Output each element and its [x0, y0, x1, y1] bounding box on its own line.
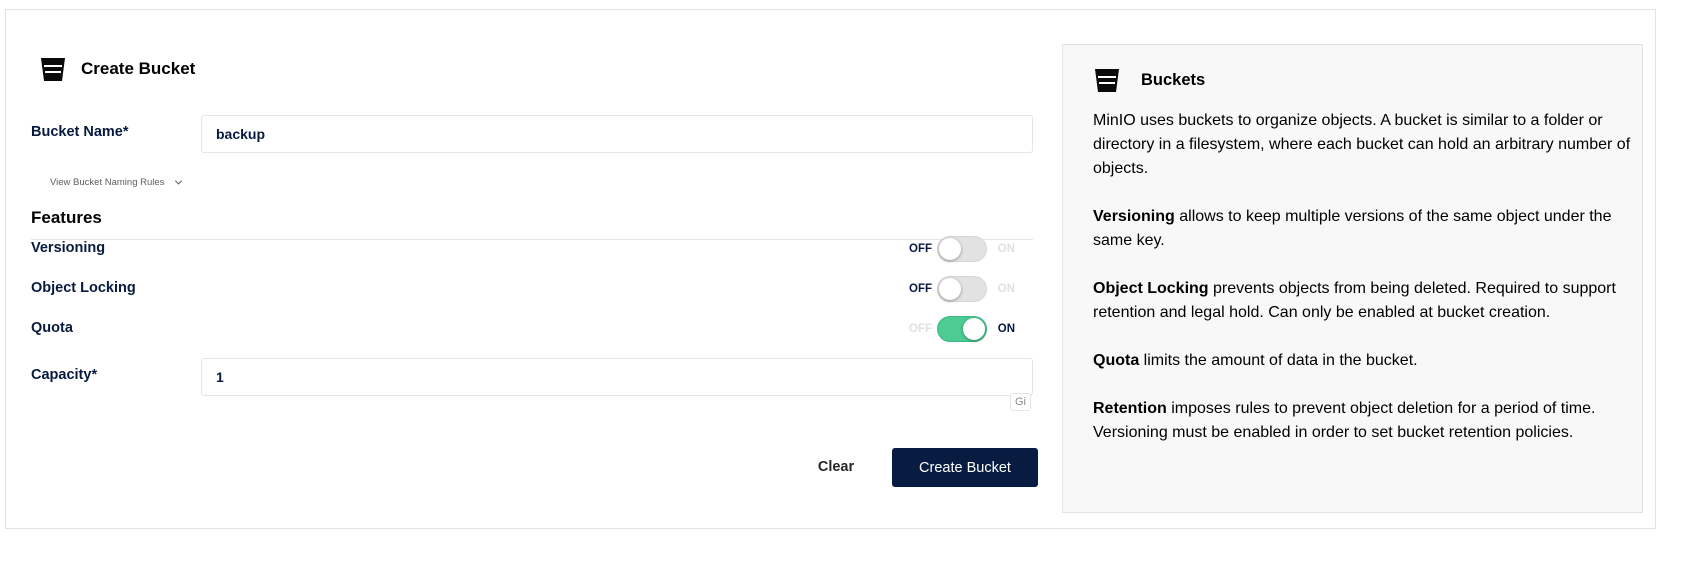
capacity-input[interactable]: [201, 358, 1033, 396]
clear-button[interactable]: Clear: [799, 448, 873, 486]
help-body: MinIO uses buckets to organize objects. …: [1093, 109, 1633, 469]
help-text: imposes rules to prevent object deletion…: [1093, 400, 1596, 441]
help-item-retention: Retention imposes rules to prevent objec…: [1093, 397, 1633, 445]
capacity-label: Capacity*: [31, 367, 98, 383]
help-term: Quota: [1093, 352, 1140, 369]
bucket-icon: [1095, 69, 1119, 92]
help-term: Versioning: [1093, 208, 1175, 225]
object-locking-on-text: ON: [997, 283, 1015, 295]
quota-toggle[interactable]: [937, 316, 987, 342]
features-divider: [31, 239, 1033, 240]
bucket-icon: [41, 58, 65, 81]
capacity-unit-selector[interactable]: Gi: [1010, 393, 1031, 411]
quota-label: Quota: [31, 320, 73, 336]
versioning-on-text: ON: [997, 243, 1015, 255]
versioning-toggle[interactable]: [937, 236, 987, 262]
help-term: Object Locking: [1093, 280, 1209, 297]
object-locking-label: Object Locking: [31, 280, 136, 296]
create-bucket-button[interactable]: Create Bucket: [892, 448, 1038, 487]
bucket-name-input[interactable]: [201, 115, 1033, 153]
help-header: Buckets: [1093, 65, 1205, 95]
help-item-object-locking: Object Locking prevents objects from bei…: [1093, 277, 1633, 325]
toggle-knob: [939, 238, 961, 260]
quota-on-text: ON: [997, 323, 1015, 335]
chevron-down-icon: [175, 180, 183, 185]
help-text: limits the amount of data in the bucket.: [1139, 352, 1418, 369]
page-title: Create Bucket: [81, 59, 196, 78]
versioning-off-text: OFF: [909, 243, 932, 255]
versioning-label: Versioning: [31, 240, 106, 256]
bucket-name-label: Bucket Name*: [31, 124, 129, 140]
help-title: Buckets: [1141, 70, 1206, 89]
toggle-knob: [939, 278, 961, 300]
quota-off-text: OFF: [909, 323, 932, 335]
help-term: Retention: [1093, 400, 1167, 417]
versioning-switch-group: OFF ON: [909, 235, 1033, 263]
features-heading: Features: [31, 208, 102, 227]
help-item-versioning: Versioning allows to keep multiple versi…: [1093, 205, 1633, 253]
object-locking-toggle[interactable]: [937, 276, 987, 302]
object-locking-off-text: OFF: [909, 283, 932, 295]
quota-switch-group: OFF ON: [909, 315, 1033, 343]
form-header: Create Bucket: [39, 50, 195, 88]
help-panel: Buckets MinIO uses buckets to organize o…: [1062, 44, 1643, 513]
object-locking-switch-group: OFF ON: [909, 275, 1033, 303]
naming-rules-label: View Bucket Naming Rules: [50, 177, 165, 188]
toggle-knob: [963, 318, 985, 340]
view-naming-rules-link[interactable]: View Bucket Naming Rules: [50, 177, 183, 188]
help-intro: MinIO uses buckets to organize objects. …: [1093, 112, 1631, 177]
help-item-quota: Quota limits the amount of data in the b…: [1093, 349, 1633, 373]
